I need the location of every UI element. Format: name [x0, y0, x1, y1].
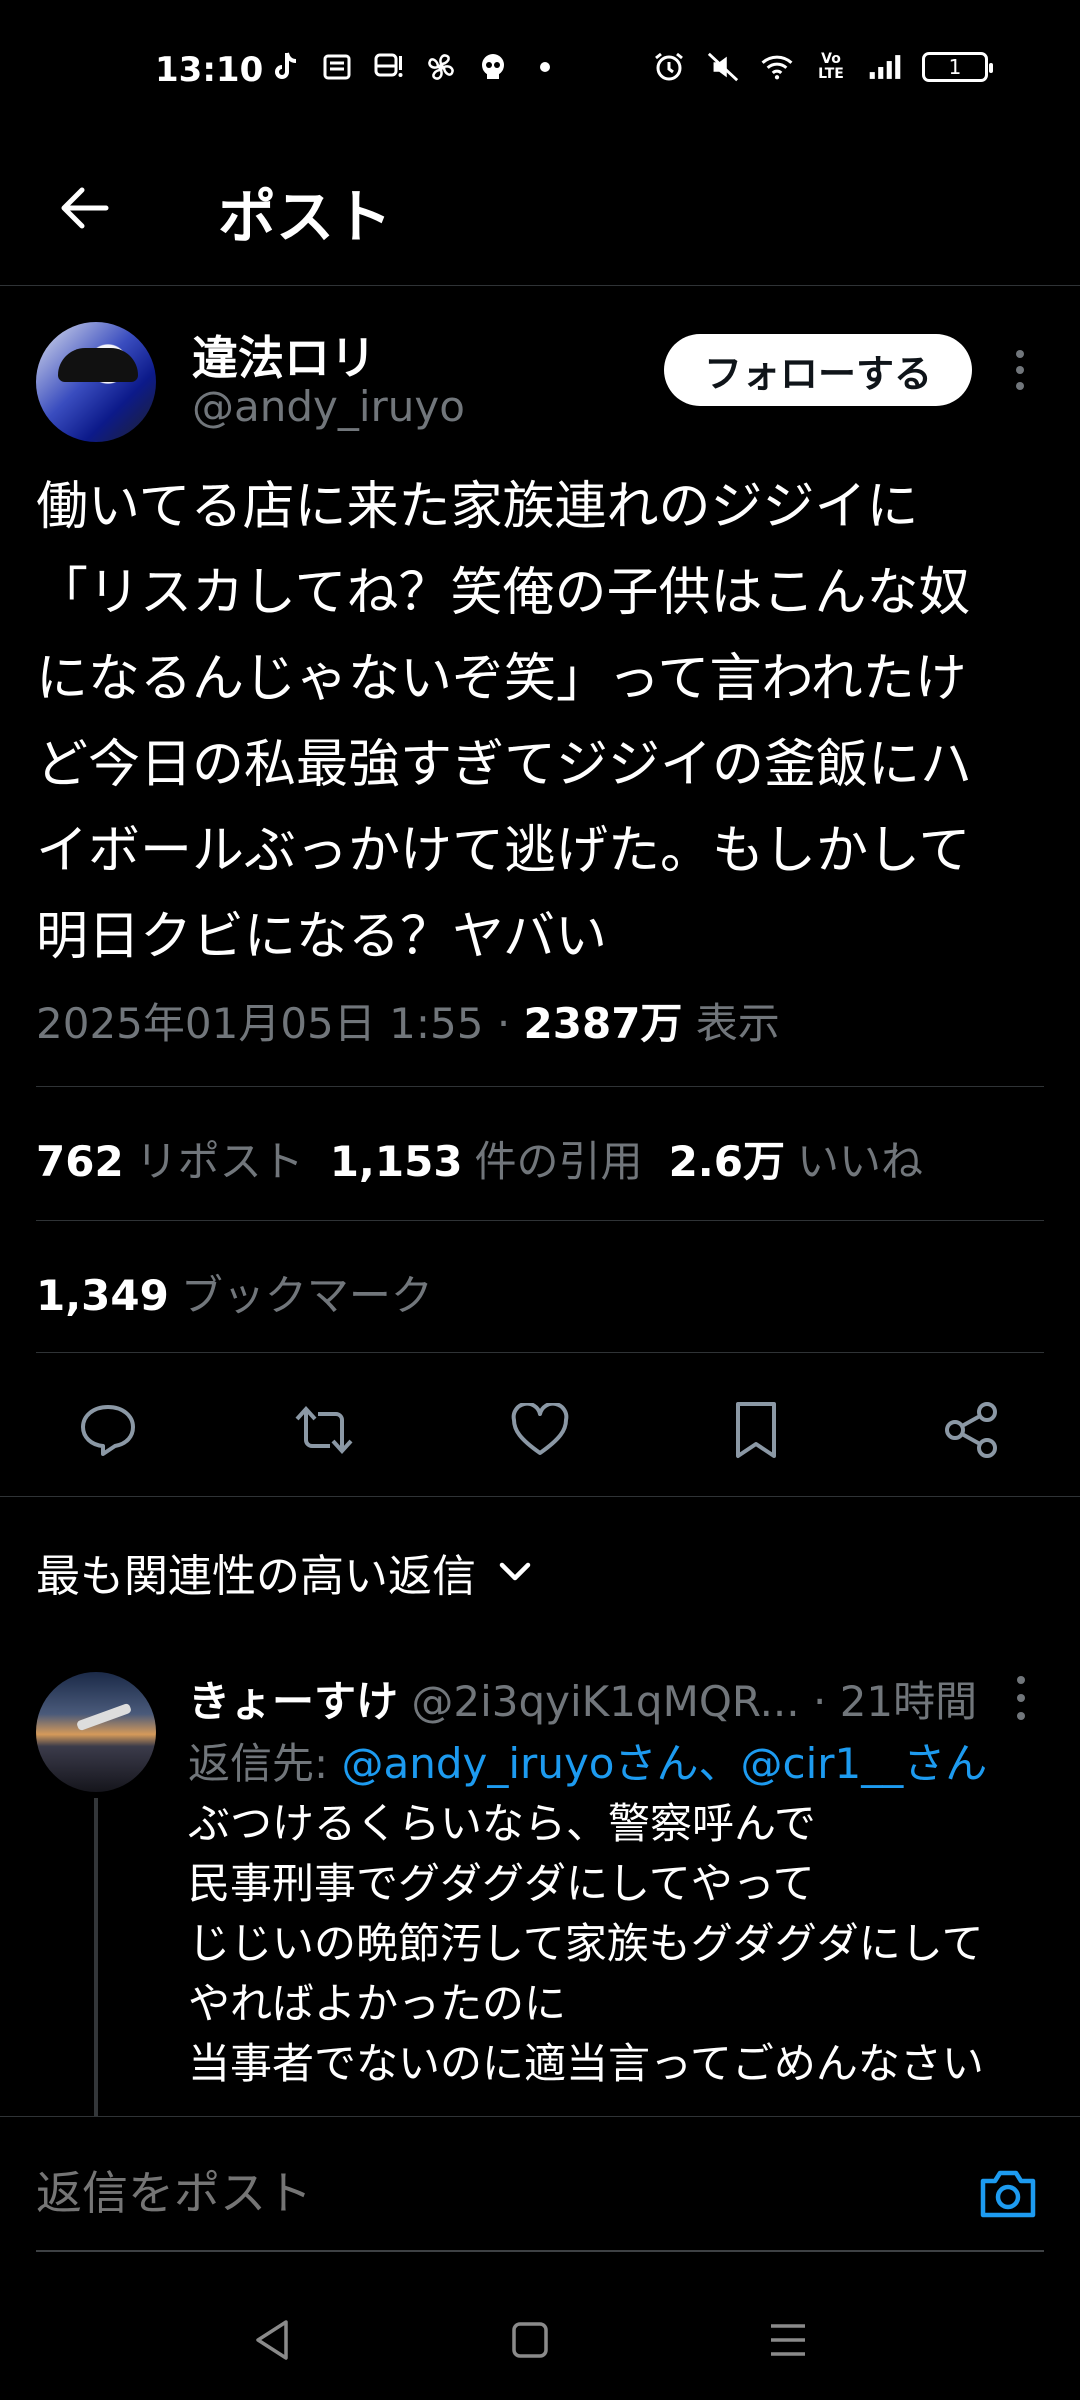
meta-separator: · — [496, 999, 511, 1048]
system-nav-bar — [0, 2270, 1080, 2400]
tiktok-icon — [268, 50, 302, 84]
top-app-bar: ポスト — [0, 140, 1080, 286]
signal-icon — [868, 50, 902, 84]
tweet-line: ど今日の私最強すぎてジジイの釜飯にハ — [36, 735, 973, 795]
tweet-timestamp[interactable]: 2025年01月05日 1:55 — [36, 999, 483, 1048]
nav-back-icon[interactable] — [242, 2310, 302, 2370]
reply-sort-label: 最も関連性の高い返信 — [36, 1551, 476, 1602]
view-count-label: 表示 — [695, 999, 780, 1048]
bookmark-icon — [736, 1402, 776, 1458]
author-avatar[interactable] — [36, 322, 156, 442]
author-name[interactable]: 違法ロリ — [192, 322, 376, 388]
like-button[interactable] — [504, 1394, 576, 1466]
reply-button[interactable] — [72, 1394, 144, 1466]
author-handle[interactable]: @andy_iruyo — [192, 382, 465, 431]
reply-line: やればよかったのに — [188, 1979, 567, 2028]
reply-text: ぶつけるくらいなら、警察呼んで 民事刑事でグダグダにしてやって じじいの晩節汚し… — [188, 1794, 984, 2094]
composer-underline — [36, 2250, 1044, 2252]
chevron-down-icon — [499, 1562, 531, 1581]
bus-icon — [372, 50, 406, 84]
follow-button[interactable]: フォローする — [664, 334, 972, 406]
nav-menu-icon[interactable] — [758, 2310, 818, 2370]
reply-avatar[interactable] — [36, 1672, 156, 1792]
section-divider — [0, 1496, 1080, 1497]
bookmarks-stat[interactable]: 1,349 ブックマーク — [36, 1262, 433, 1323]
share-button[interactable] — [936, 1394, 1008, 1466]
back-button[interactable] — [52, 176, 116, 240]
reposts-label: リポスト — [135, 1137, 304, 1186]
skull-icon — [476, 50, 510, 84]
likes-label: いいね — [796, 1137, 923, 1186]
news-icon — [320, 50, 354, 84]
quotes-label: 件の引用 — [474, 1137, 643, 1186]
camera-icon[interactable] — [976, 2162, 1040, 2226]
likes-count: 2.6万 — [668, 1137, 785, 1186]
reply-line: ぶつけるくらいなら、警察呼んで — [188, 1799, 816, 1848]
divider — [36, 1352, 1044, 1353]
alarm-icon — [652, 50, 686, 84]
tweet-line: 働いてる店に来た家族連れのジジイに — [36, 477, 919, 537]
reply-time: · 21時間 — [813, 1677, 978, 1726]
quotes-count: 1,153 — [329, 1137, 463, 1186]
reply-line: 民事刑事でグダグダにしてやって — [188, 1859, 815, 1908]
volte-icon: Vo LTE — [818, 51, 844, 82]
tweet-line: 「リスカしてね？笑俺の子供はこんな奴 — [36, 563, 971, 623]
status-time: 13:10 — [155, 50, 264, 90]
tweet-line: イボールぶっかけて逃げた。もしかして — [36, 821, 971, 881]
arrow-left-icon — [61, 187, 109, 229]
bookmarks-count: 1,349 — [36, 1271, 169, 1320]
share-icon — [945, 1402, 997, 1458]
reply-header: きょーすけ @2i3qyiK1qMQR... · 21時間 — [188, 1668, 977, 1729]
reply-icon — [81, 1405, 135, 1456]
reply-author-name[interactable]: きょーすけ — [188, 1677, 398, 1726]
tweet-line: 明日クビになる？ヤバい — [36, 907, 607, 967]
thread-line — [94, 1798, 98, 2118]
divider — [36, 1086, 1044, 1087]
reply-to-link[interactable]: @andy_iruyoさん、@cir1__さん — [342, 1739, 988, 1788]
nav-home-icon[interactable] — [500, 2310, 560, 2370]
reply-to: 返信先: @andy_iruyoさん、@cir1__さん — [188, 1730, 987, 1791]
divider — [36, 1220, 1044, 1221]
reply-sort-dropdown[interactable]: 最も関連性の高い返信 — [36, 1540, 532, 1604]
mute-icon — [706, 50, 740, 84]
dot-icon — [528, 50, 562, 84]
reply-line: じじいの晩節汚して家族もグダグダにして — [188, 1919, 984, 1968]
bookmarks-label: ブックマーク — [180, 1271, 433, 1320]
tweet-actions — [0, 1380, 1080, 1476]
tweet-text: 働いてる店に来た家族連れのジジイに 「リスカしてね？笑俺の子供はこんな奴 になる… — [36, 464, 1046, 980]
reply-to-prefix: 返信先: — [188, 1739, 342, 1788]
repost-icon — [295, 1406, 353, 1454]
wifi-icon — [760, 50, 794, 84]
repost-button[interactable] — [288, 1394, 360, 1466]
reposts-count: 762 — [36, 1137, 124, 1186]
battery-icon: 1 — [922, 52, 993, 82]
tweet-line: になるんじゃないぞ笑」って言われたけ — [36, 649, 967, 709]
likes-stat[interactable]: 2.6万 いいね — [669, 1128, 923, 1189]
tweet-meta: 2025年01月05日 1:55 · 2387万 表示 — [36, 990, 780, 1051]
engagement-stats: 762 リポスト 1,153 件の引用 2.6万 いいね — [36, 1128, 923, 1189]
heart-icon — [511, 1403, 569, 1455]
more-options-icon[interactable] — [1002, 344, 1038, 396]
status-right-icons: Vo LTE 1 — [652, 50, 993, 84]
status-left-icons — [268, 50, 562, 84]
reply-more-icon[interactable] — [1014, 1676, 1028, 1720]
reply-author-handle[interactable]: @2i3qyiK1qMQR... — [411, 1677, 799, 1726]
bookmark-button[interactable] — [720, 1394, 792, 1466]
reply-input[interactable] — [36, 2166, 936, 2220]
fan-icon — [424, 50, 458, 84]
reply-line: 当事者でないのに適当言ってごめんなさい — [188, 2039, 984, 2088]
status-bar: 13:10 Vo LTE 1 — [0, 0, 1080, 140]
page-title: ポスト — [218, 183, 393, 251]
view-count: 2387万 — [523, 999, 683, 1048]
quotes-stat[interactable]: 1,153 件の引用 — [330, 1128, 643, 1189]
reposts-stat[interactable]: 762 リポスト — [36, 1128, 304, 1189]
